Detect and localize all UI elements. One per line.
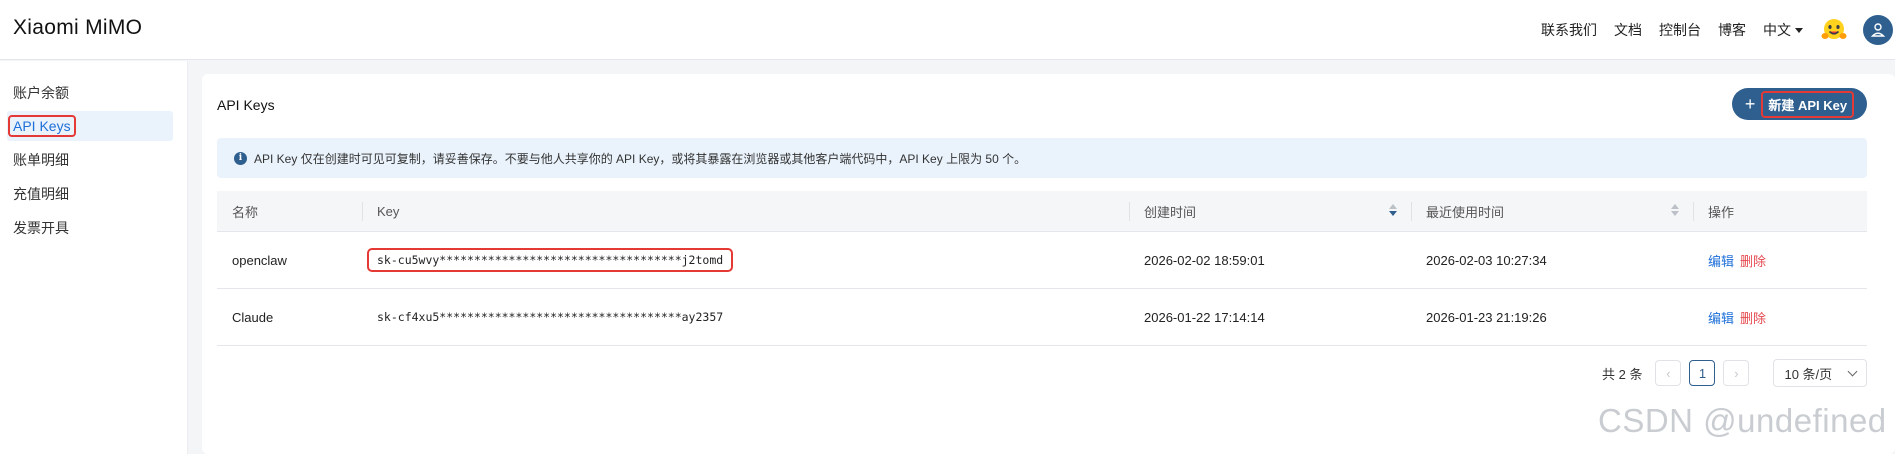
page-number-button[interactable]: 1: [1689, 360, 1716, 386]
sidebar-item-recharges[interactable]: 充值明细: [7, 179, 173, 209]
prev-page-button[interactable]: ‹: [1655, 360, 1682, 386]
notice-text: API Key 仅在创建时可见可复制，请妥善保存。不要与他人共享你的 API K…: [254, 151, 1027, 166]
header-created-label: 创建时间: [1144, 204, 1197, 220]
chevron-left-icon: ‹: [1666, 365, 1671, 381]
sidebar-item-label: 账单明细: [13, 152, 69, 168]
delete-link[interactable]: 删除: [1740, 251, 1766, 270]
top-nav: 联系我们 文档 控制台 博客 中文: [1541, 0, 1895, 60]
delete-link[interactable]: 删除: [1740, 308, 1766, 327]
api-keys-table: 名称 Key 创建时间 最近使用时间 操作 openclaw sk-cu5wvy…: [217, 191, 1867, 346]
row-key: sk-cu5wvy*******************************…: [367, 232, 1157, 288]
nav-docs-link[interactable]: 文档: [1614, 20, 1642, 40]
table-row: Claude sk-cf4xu5************************…: [217, 289, 1867, 346]
row-created: 2026-02-02 18:59:01: [1144, 252, 1265, 268]
sidebar-item-label: 发票开具: [13, 220, 69, 236]
api-key-value[interactable]: sk-cf4xu5*******************************…: [377, 310, 723, 324]
info-notice: i API Key 仅在创建时可见可复制，请妥善保存。不要与他人共享你的 API…: [217, 138, 1867, 178]
row-created: 2026-01-22 17:14:14: [1144, 309, 1265, 325]
page-size-select[interactable]: 10 条/页: [1773, 359, 1868, 387]
sidebar-item-balance[interactable]: 账户余额: [7, 78, 173, 108]
logo[interactable]: Xiaomi MiMO: [13, 16, 142, 40]
row-last-used: 2026-02-03 10:27:34: [1426, 252, 1547, 268]
page-title: API Keys: [217, 97, 275, 113]
header-key: Key: [362, 191, 1142, 231]
header-created[interactable]: 创建时间: [1129, 191, 1411, 231]
sidebar-item-label: 账户余额: [13, 85, 69, 101]
header-last-used-label: 最近使用时间: [1426, 204, 1505, 220]
top-bar: Xiaomi MiMO 联系我们 文档 控制台 博客 中文: [0, 0, 1895, 60]
edit-link[interactable]: 编辑: [1708, 308, 1734, 327]
info-icon: i: [234, 151, 247, 165]
sidebar-item-label: API Keys: [8, 115, 76, 137]
nav-contact-link[interactable]: 联系我们: [1541, 20, 1597, 40]
sidebar-item-bills[interactable]: 账单明细: [7, 145, 173, 175]
header-key-label: Key: [377, 203, 400, 219]
nav-console-link[interactable]: 控制台: [1659, 20, 1701, 40]
sort-icon[interactable]: [1389, 204, 1397, 216]
user-icon: [1870, 23, 1886, 37]
language-selector[interactable]: 中文: [1763, 20, 1803, 40]
row-last-used: 2026-01-23 21:19:26: [1426, 309, 1547, 325]
row-actions: 编辑 删除: [1708, 289, 1766, 345]
sidebar-item-invoices[interactable]: 发票开具: [7, 213, 173, 243]
row-name: Claude: [232, 309, 274, 325]
sidebar-item-label: 充值明细: [13, 186, 69, 202]
language-label: 中文: [1763, 22, 1791, 38]
table-header: 名称 Key 创建时间 最近使用时间 操作: [217, 191, 1867, 232]
api-keys-card: API Keys + 新建 API Key i API Key 仅在创建时可见可…: [202, 74, 1895, 454]
new-api-key-button-content: + 新建 API Key: [1744, 90, 1855, 118]
page-size-value: 10 条/页: [1784, 366, 1833, 382]
watermark: CSDN @undefined: [1598, 402, 1887, 439]
header-name: 名称: [232, 204, 259, 220]
header-actions: 操作: [1693, 191, 1734, 231]
row-key: sk-cf4xu5*******************************…: [377, 289, 1157, 345]
chevron-down-icon: [1848, 366, 1858, 376]
pagination-total: 共 2 条: [1602, 366, 1643, 382]
next-page-button[interactable]: ›: [1723, 360, 1750, 386]
nav-blog-link[interactable]: 博客: [1718, 20, 1746, 40]
sidebar-item-api-keys[interactable]: API Keys: [7, 111, 173, 141]
new-api-key-label: 新建 API Key: [1761, 90, 1855, 118]
chevron-right-icon: ›: [1734, 365, 1739, 381]
caret-down-icon: [1795, 27, 1803, 33]
sidebar: 账户余额 API Keys 账单明细 充值明细 发票开具: [0, 61, 188, 454]
plus-icon: +: [1744, 94, 1756, 114]
pagination: 共 2 条 ‹ 1 › 10 条/页: [1602, 359, 1868, 387]
header-actions-label: 操作: [1708, 204, 1735, 220]
new-api-key-button[interactable]: + 新建 API Key: [1732, 88, 1867, 120]
api-key-value[interactable]: sk-cu5wvy*******************************…: [367, 248, 734, 272]
user-avatar[interactable]: [1863, 15, 1893, 45]
row-name: openclaw: [232, 252, 287, 268]
sort-icon[interactable]: [1671, 204, 1679, 216]
edit-link[interactable]: 编辑: [1708, 251, 1734, 270]
table-row: openclaw sk-cu5wvy**********************…: [217, 232, 1867, 289]
row-actions: 编辑 删除: [1708, 232, 1766, 288]
hugging-face-icon[interactable]: [1819, 15, 1849, 45]
header-last-used[interactable]: 最近使用时间: [1411, 191, 1693, 231]
